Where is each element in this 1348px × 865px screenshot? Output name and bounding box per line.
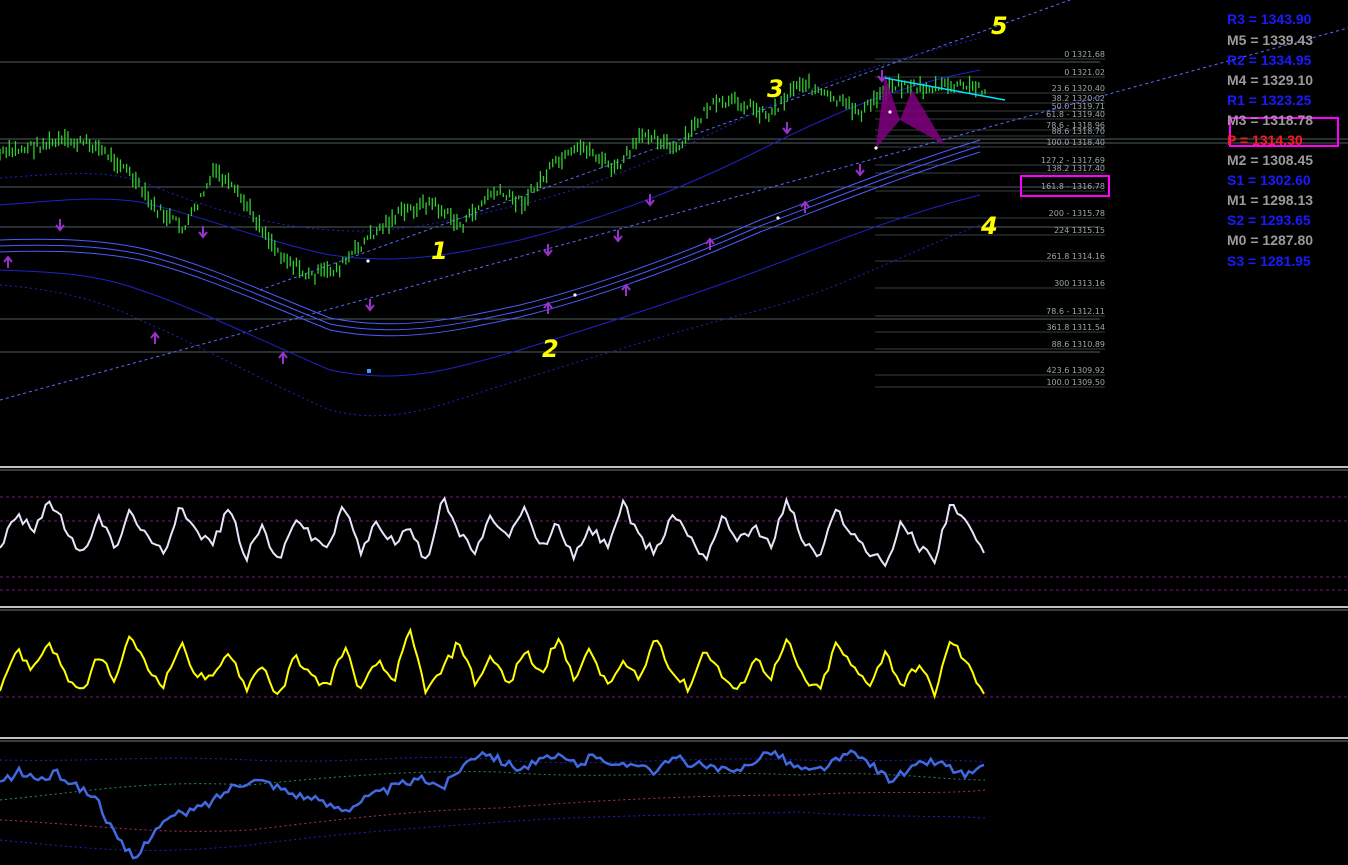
mid-band-3 [0,151,981,337]
channel-lower-line [0,27,1348,401]
price-series [0,73,986,285]
pivot-label: S1 = 1302.60 [1227,172,1311,188]
wave-label-5: 5 [991,12,1008,40]
fib-label: 224 1315.15 [1054,226,1105,235]
fib-label: 423.6 1309.92 [1046,366,1105,375]
fib-label: 0 1321.02 [1064,68,1105,77]
fib-label: 23.6 1320.40 [1052,84,1105,93]
fib-label: 100.0 1309.50 [1046,378,1105,387]
pattern-triangle-right [912,90,970,195]
fib-label: 100.0 1318.40 [1046,138,1105,147]
outer-upper-band [0,37,981,232]
pattern-point [888,110,892,114]
panel-separators [0,466,1348,742]
pivot-label: M4 = 1329.10 [1227,72,1314,88]
fib-label: 300 1313.16 [1054,279,1105,288]
mid-band-2 [0,145,981,331]
fib-label: 0 1321.68 [1064,50,1105,59]
pattern-triangle-left [876,75,900,148]
pivot-label: M1 = 1298.13 [1227,192,1314,208]
pivot-label: S2 = 1293.65 [1227,212,1311,228]
channel-lines [0,0,1348,401]
band-line [0,789,986,832]
fib-label: 78.6 - 1312.11 [1046,307,1105,316]
elliott-wave-labels: 1 2 3 4 5 [431,12,1008,363]
oscillator-panel-1 [0,496,1348,591]
fib-label: 88.6 1310.89 [1052,340,1105,349]
band-line [0,771,986,801]
chart-window: { "chart_data": [ { "type": "line", "tit… [0,0,1348,865]
outer-lower-band [0,224,981,417]
inner-lower-band [0,194,981,377]
pivot-label: P = 1314.30 [1227,132,1303,148]
wave-label-3: 3 [767,75,784,103]
pivot-label: R3 = 1343.90 [1227,11,1312,27]
chart-canvas: 0 1321.680 1321.0223.6 1320.4038.2 1320.… [0,0,1348,860]
wave-label-2: 2 [542,335,559,363]
pivot-label: M0 = 1287.80 [1227,232,1314,248]
pivot-label: M5 = 1339.43 [1227,32,1314,48]
inner-upper-band [0,69,981,260]
pivot-label: M3 = 1318.78 [1227,112,1314,128]
oscillator-3-line [0,749,985,860]
oscillator-panel-3 [0,749,986,860]
fib-label: 200 - 1315.78 [1049,209,1105,218]
pattern-point [366,259,370,263]
fib-label: 261.8 1314.16 [1046,252,1105,261]
pattern-point [874,146,878,150]
pivot-label: R1 = 1323.25 [1227,92,1312,108]
pattern-point [776,216,780,220]
wave-label-1: 1 [431,237,448,265]
fib-label: 88.6 1318.70 [1052,127,1105,136]
pattern-point [367,369,371,373]
fib-label: 61.8 - 1319.40 [1046,110,1105,119]
fib-label: 138.2 1317.40 [1046,164,1105,173]
band-line [0,811,986,851]
pattern-triangle-mid [900,90,945,145]
oscillator-2-line [0,627,985,700]
pivot-label: R2 = 1334.95 [1227,52,1312,68]
oscillator-panel-2 [0,627,1348,700]
fib-label: 361.8 1311.54 [1046,323,1105,332]
pivot-label: S3 = 1281.95 [1227,253,1311,269]
channel-upper-line [259,0,1071,291]
fib-label: 161.8 - 1316.78 [1041,182,1105,191]
wave-label-4: 4 [980,212,998,240]
pattern-point [573,293,577,297]
mid-band-1 [0,139,981,325]
horizontal-levels [0,61,1348,353]
oscillator-1-line [0,496,985,568]
pivot-label: M2 = 1308.45 [1227,152,1314,168]
fibonacci-labels: 0 1321.680 1321.0223.6 1320.4038.2 1320.… [1041,50,1105,387]
